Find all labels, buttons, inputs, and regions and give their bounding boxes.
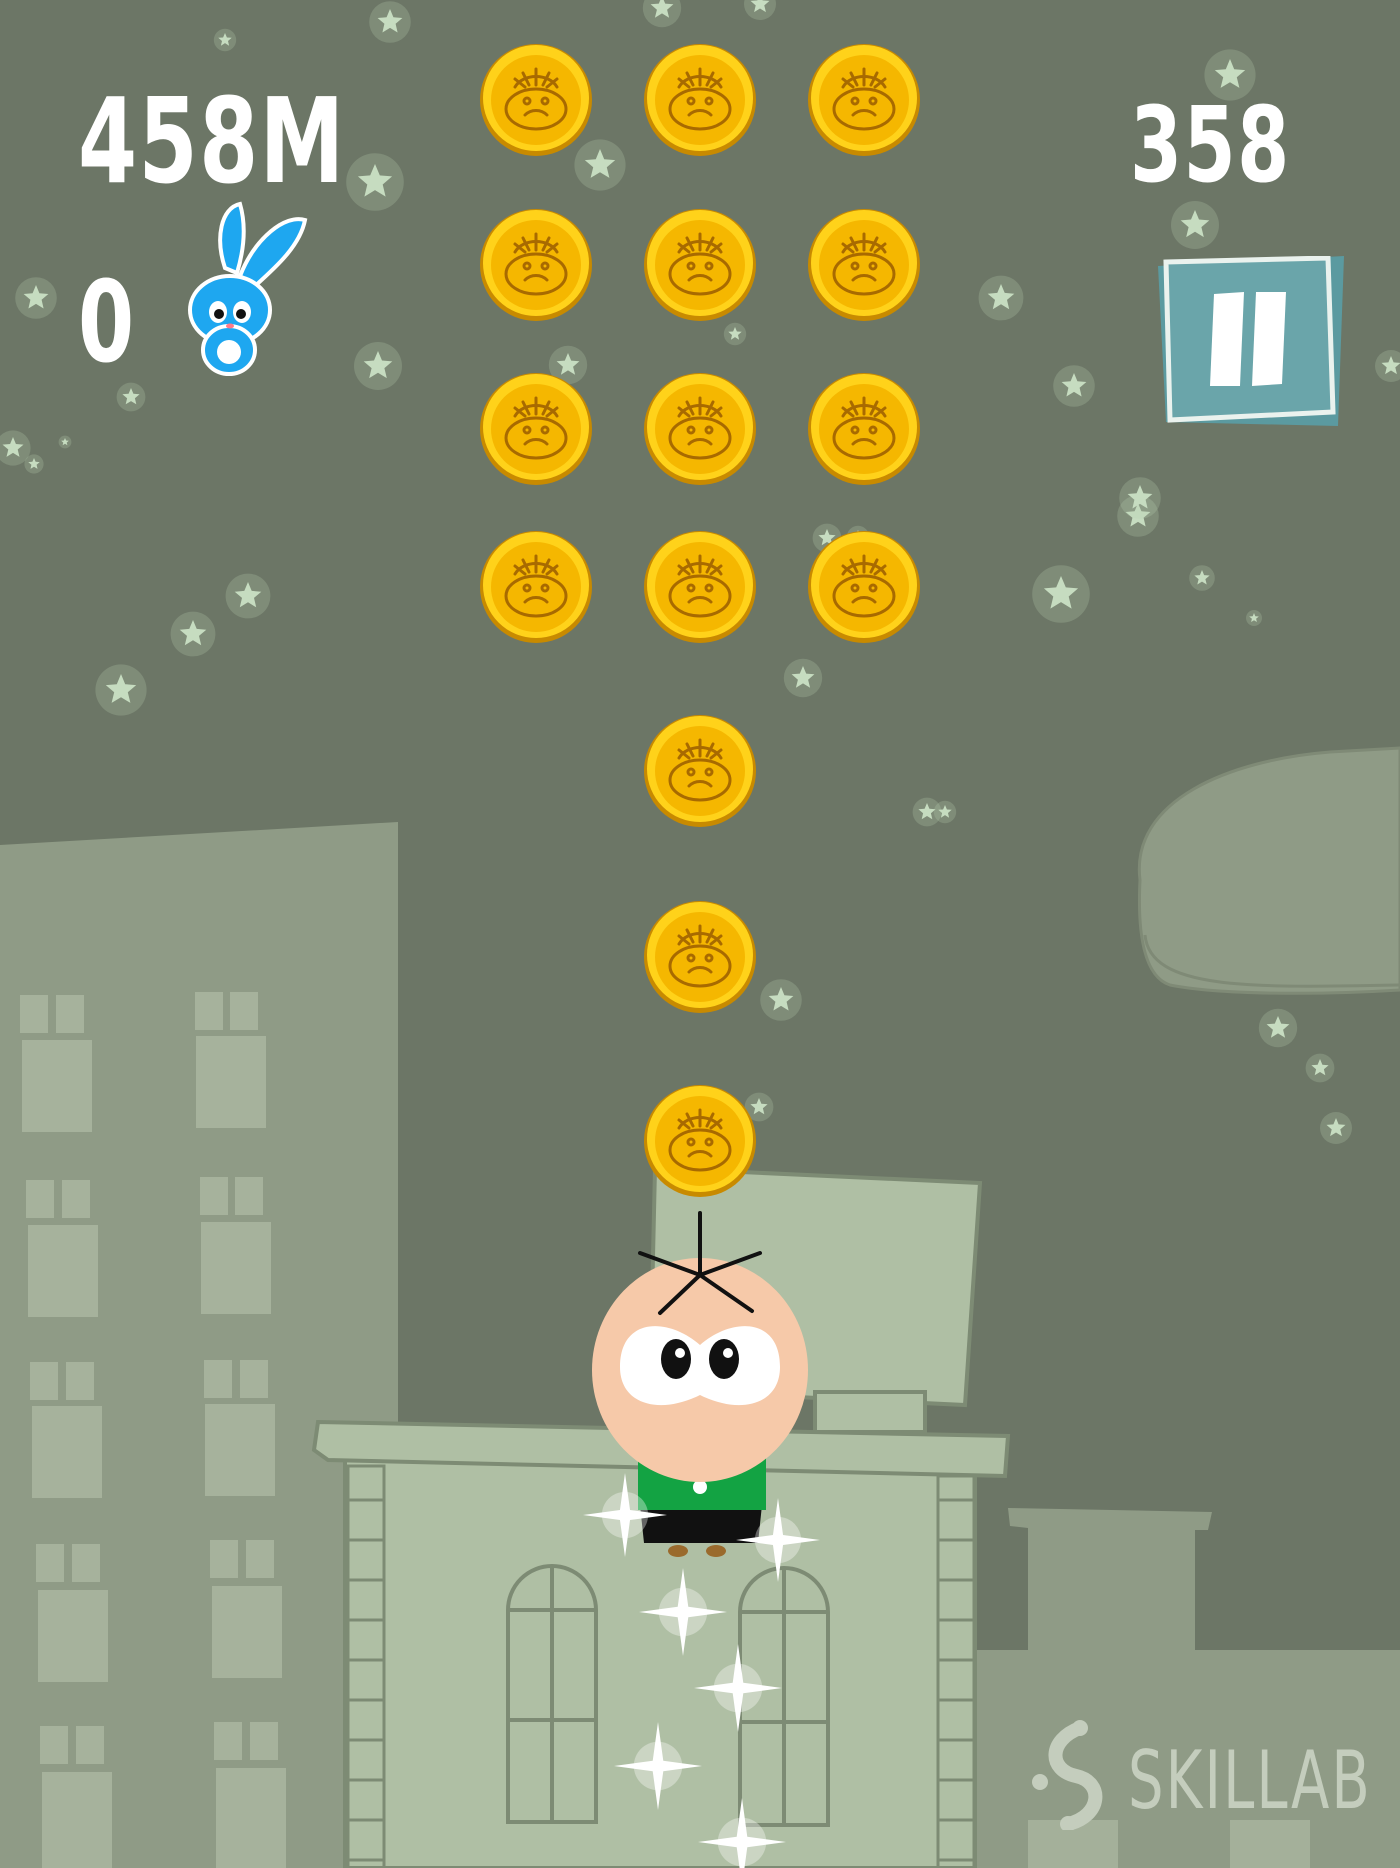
blue-bunny-icon [188,201,308,376]
distance-counter: 458M [78,72,346,210]
skillab-watermark: SKILLAB [1018,1720,1378,1830]
sparkle-icon [698,1798,786,1868]
skillab-text: SKILLAB [1128,1734,1372,1827]
sparkle-icon [639,1568,727,1656]
sparkle-icon [583,1473,667,1557]
skillab-logo-icon [1032,1720,1103,1830]
game-screen[interactable]: 458M 0 358 SKILLAB [0,0,1400,1868]
bunny-counter: 0 [78,258,136,388]
sparkle-icon [694,1644,782,1732]
sparkle-icon [736,1498,820,1582]
coin-counter: 358 [1130,84,1291,206]
pause-button[interactable] [1158,255,1344,426]
sparkle-icon [614,1722,702,1810]
